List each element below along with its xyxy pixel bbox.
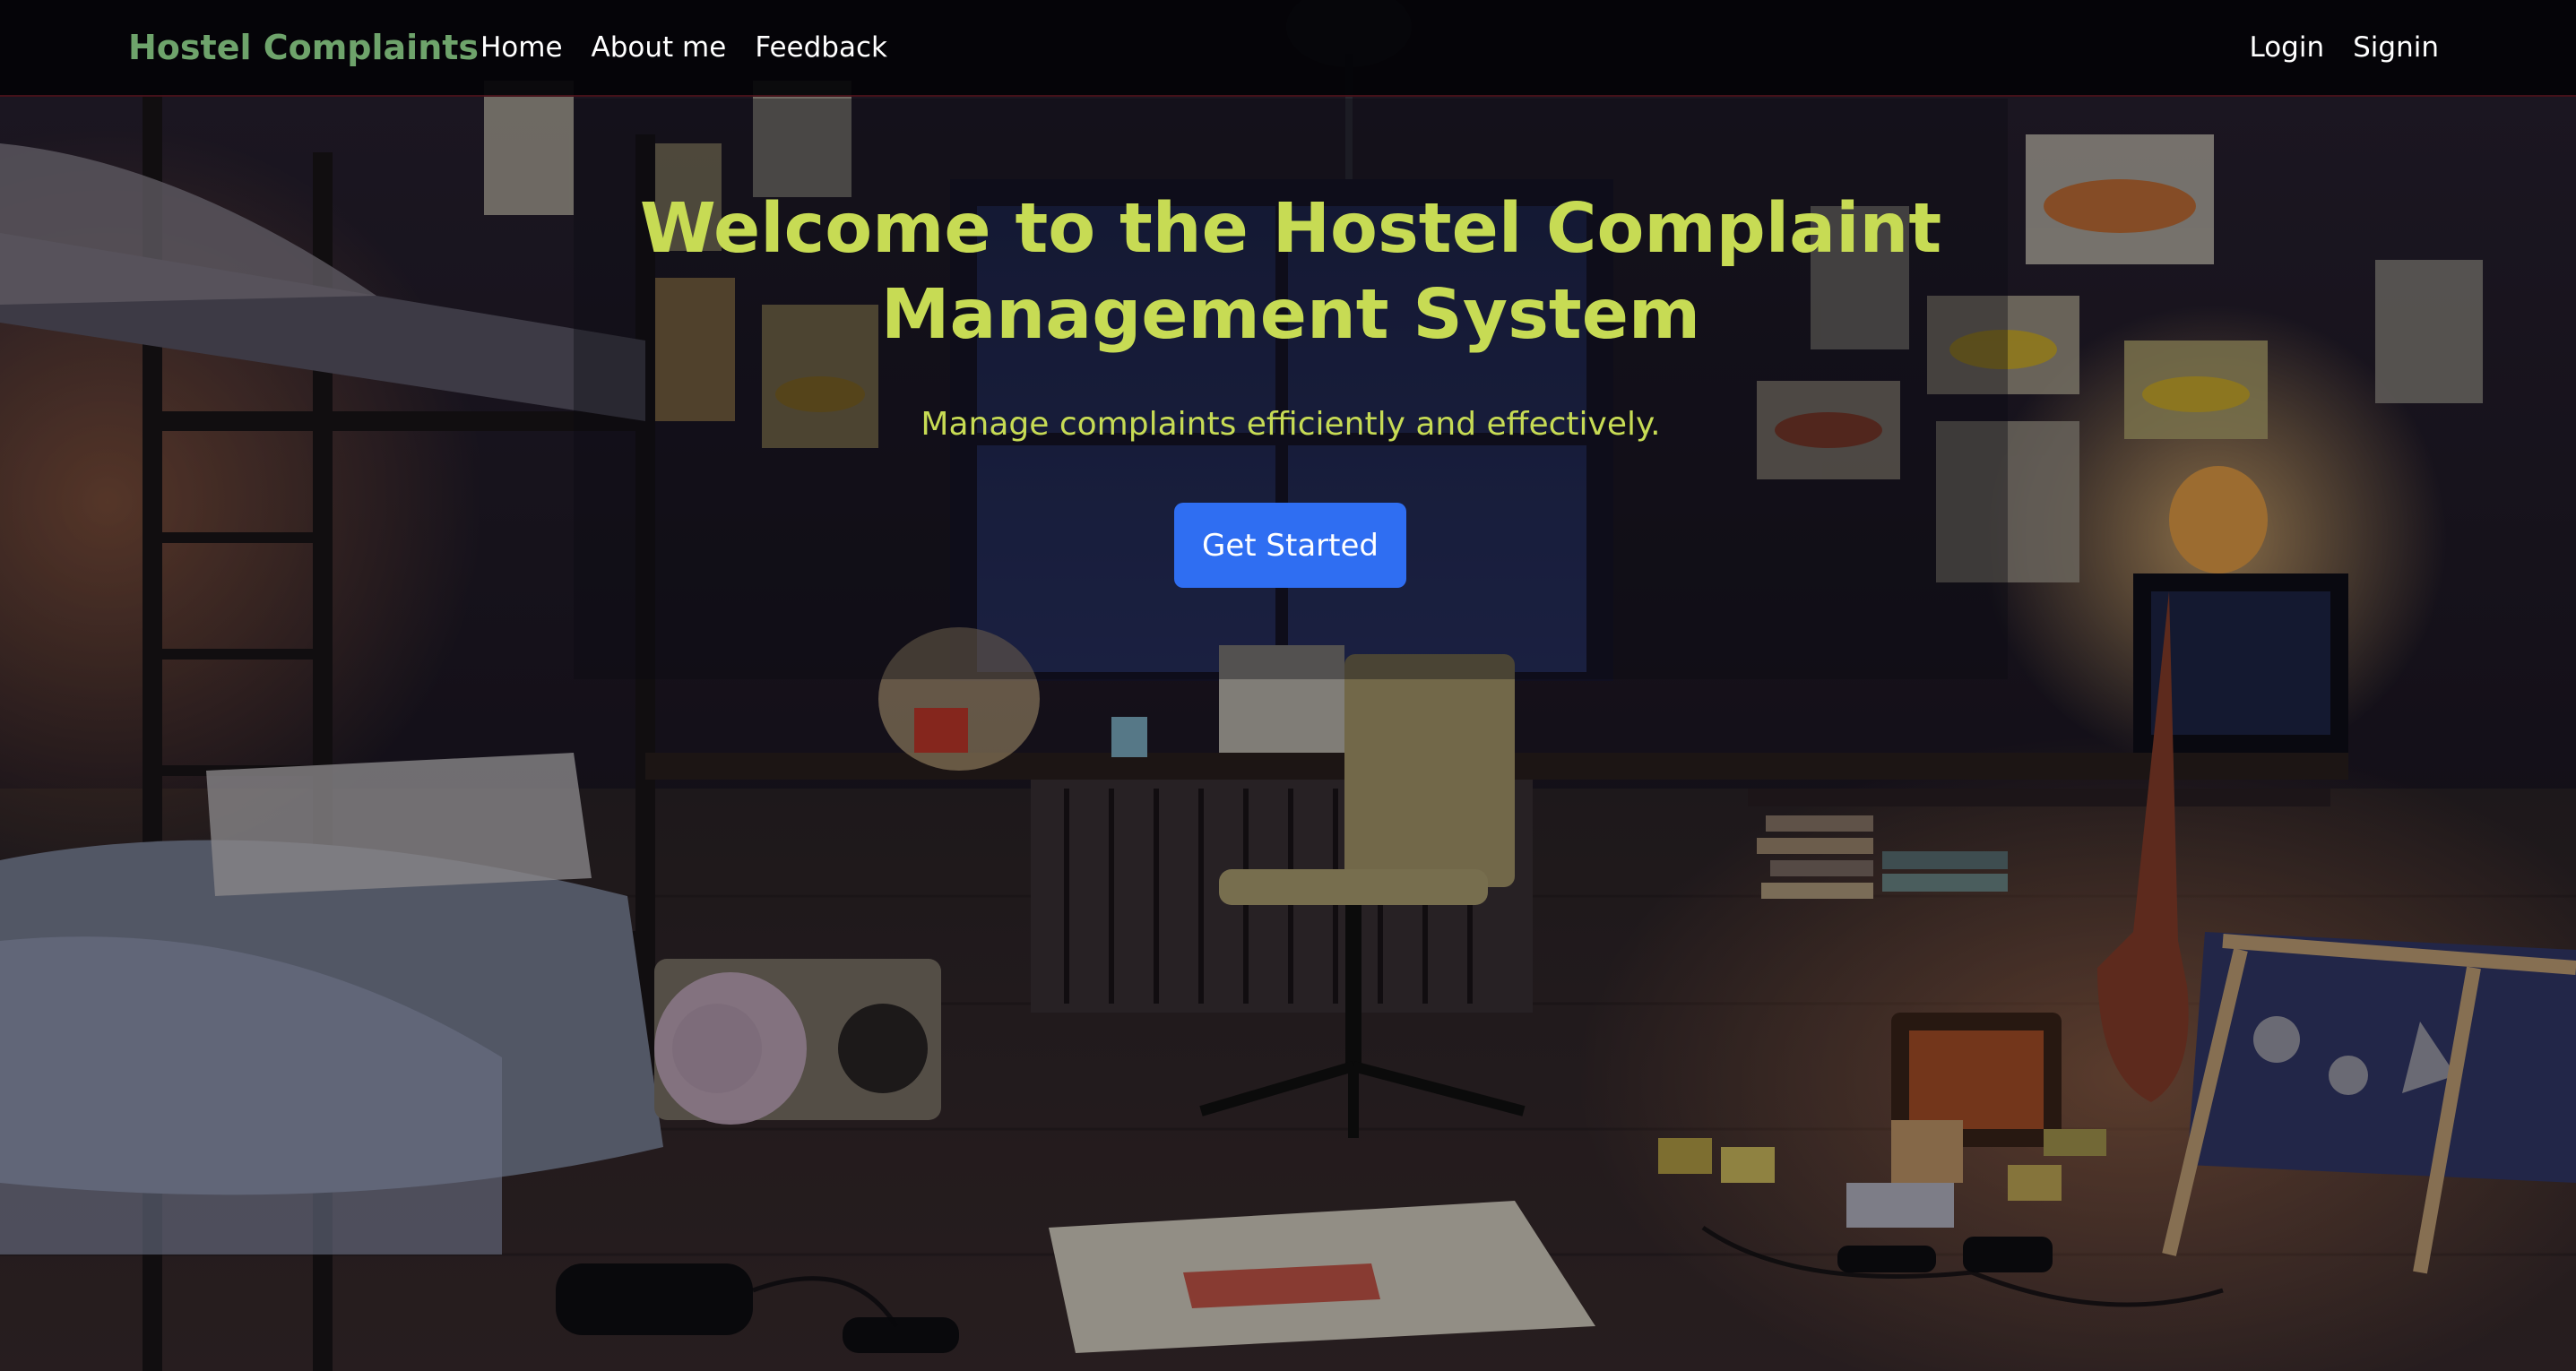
navbar: Hostel Complaints Home About me Feedback… xyxy=(0,0,2576,97)
page: Hostel Complaints Home About me Feedback… xyxy=(0,0,2576,1371)
login-link[interactable]: Login xyxy=(2249,31,2324,64)
nav-links: Home About me Feedback xyxy=(480,0,887,95)
auth-links: Login Signin xyxy=(2249,0,2439,95)
nav-about-link[interactable]: About me xyxy=(592,31,727,64)
get-started-button[interactable]: Get Started xyxy=(1174,503,1406,588)
hero-subtitle: Manage complaints efficiently and effect… xyxy=(921,406,1661,443)
nav-feedback-link[interactable]: Feedback xyxy=(755,31,887,64)
signin-link[interactable]: Signin xyxy=(2353,31,2439,64)
nav-home-link[interactable]: Home xyxy=(480,31,563,64)
brand-logo[interactable]: Hostel Complaints xyxy=(128,0,479,95)
hero-title: Welcome to the Hostel Complaint Manageme… xyxy=(639,189,1942,355)
